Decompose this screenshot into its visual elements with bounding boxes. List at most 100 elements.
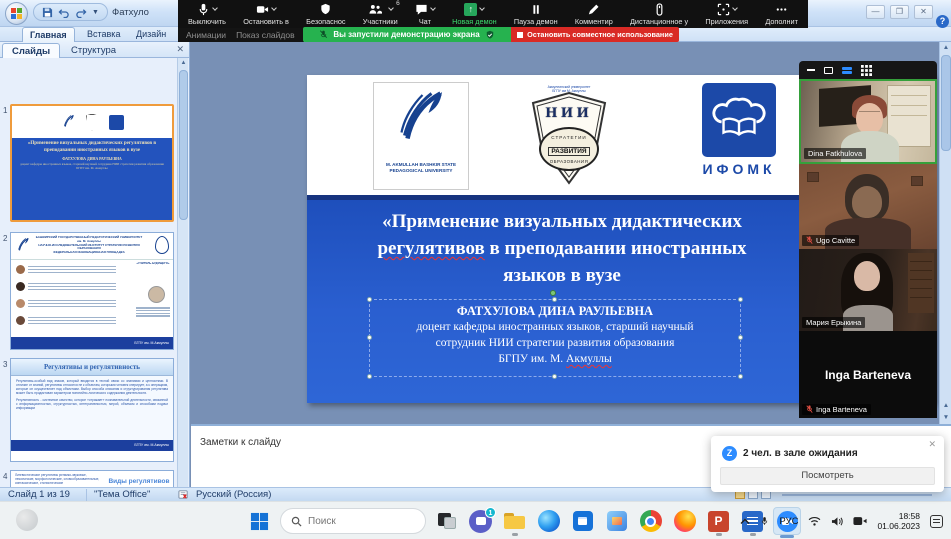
chrome-button[interactable] <box>637 508 664 535</box>
redo-icon[interactable] <box>75 7 87 18</box>
chevron-down-icon[interactable] <box>732 5 738 11</box>
remote-control-button[interactable]: Дистанционное у <box>630 3 688 26</box>
search-input[interactable] <box>308 516 408 527</box>
chevron-down-icon[interactable] <box>212 5 218 11</box>
editor-scrollbar[interactable]: ▲ ▲▼ <box>939 42 951 424</box>
volume-icon[interactable] <box>831 516 843 527</box>
speaker-view-icon[interactable] <box>824 67 833 74</box>
save-icon[interactable] <box>42 7 53 18</box>
nii-top-line2: БГПУ им М. Акмуллы <box>527 89 611 93</box>
minimize-button[interactable]: — <box>866 5 885 19</box>
gallery-strip-icon[interactable] <box>842 67 852 74</box>
qat-dropdown-icon[interactable]: ▼ <box>92 9 99 16</box>
mute-button[interactable]: Выключить <box>188 3 226 26</box>
chevron-down-icon[interactable] <box>480 5 486 11</box>
thumbnail-slide-2[interactable]: БАШКИРСКИЙ ГОСУДАРСТВЕННЫЙ ПЕДАГОГИЧЕСКИ… <box>10 232 174 350</box>
grid-view-icon[interactable] <box>861 65 872 76</box>
store-button[interactable] <box>569 508 596 535</box>
thumbnail-slide-1[interactable]: «Применение визуальных дидактических рег… <box>10 104 174 222</box>
author-textbox[interactable]: ФАТХУЛОВА ДИНА РАУЛЬЕВНА доцент кафедры … <box>369 299 741 377</box>
resize-handle[interactable] <box>367 335 372 340</box>
resize-handle[interactable] <box>738 374 743 379</box>
view-waiting-room-button[interactable]: Посмотреть <box>720 467 935 485</box>
scroll-up-icon[interactable]: ▲ <box>940 42 951 54</box>
security-button[interactable]: Безопаснос <box>306 3 345 26</box>
slide-counter: Слайд 1 из 19 <box>8 489 70 501</box>
resize-handle[interactable] <box>552 374 557 379</box>
slides-panel-scrollbar[interactable]: ▲ <box>177 58 188 487</box>
maximize-button[interactable]: ❐ <box>890 5 909 19</box>
stop-share-button[interactable]: Остановить совместное использование <box>511 27 679 42</box>
scroll-up-icon[interactable]: ▲ <box>178 58 189 69</box>
undo-icon[interactable] <box>58 7 70 18</box>
teams-chat-button[interactable]: 1 <box>467 508 494 535</box>
rotate-handle[interactable] <box>550 290 556 296</box>
chevron-down-icon[interactable] <box>271 5 277 11</box>
ifomk-logo-icon <box>109 115 124 130</box>
resize-handle[interactable] <box>367 374 372 379</box>
tray-clock[interactable]: 18:58 01.06.2023 <box>877 511 920 531</box>
prev-slide-icon[interactable]: ▲ <box>940 400 951 412</box>
resize-handle[interactable] <box>367 297 372 302</box>
author-name: ФАТХУЛОВА ДИНА РАУЛЬЕВНА <box>370 304 740 319</box>
start-button[interactable] <box>246 508 273 535</box>
powerpoint-button[interactable]: P <box>705 508 732 535</box>
language-switcher[interactable]: РУС <box>779 516 798 527</box>
new-share-button[interactable]: ↑ Новая демон <box>452 3 497 26</box>
wifi-icon[interactable] <box>808 516 821 526</box>
firefox-button[interactable] <box>671 508 698 535</box>
tab-design[interactable]: Дизайн <box>129 27 173 42</box>
apps-button[interactable]: Приложения <box>705 3 748 26</box>
firefox-icon <box>674 510 696 532</box>
tab-outline[interactable]: Структура <box>62 43 125 58</box>
annotate-button[interactable]: Комментир <box>575 3 613 26</box>
stop-video-button[interactable]: Остановить в <box>243 3 289 26</box>
notification-center-icon[interactable] <box>930 515 943 528</box>
tab-slides[interactable]: Слайды <box>2 43 60 58</box>
taskbar-search[interactable] <box>280 508 426 534</box>
tab-slideshow[interactable]: Показ слайдов <box>236 30 295 40</box>
language-indicator[interactable]: Русский (Россия) <box>196 489 271 501</box>
resize-handle[interactable] <box>738 297 743 302</box>
thumbnail-slide-3[interactable]: Регулятивы и регулятивность Регулятивы-о… <box>10 358 174 462</box>
resize-handle[interactable] <box>552 297 557 302</box>
task-view-button[interactable] <box>433 508 460 535</box>
video-tile-maria[interactable]: Мария Ерыкина <box>799 249 937 331</box>
resize-handle[interactable] <box>738 335 743 340</box>
chat-button[interactable]: Чат <box>415 3 435 26</box>
help-icon[interactable]: ? <box>936 15 949 28</box>
scrollbar-thumb[interactable] <box>941 55 951 151</box>
video-tile-ugo[interactable]: Ugo Cavitte <box>799 164 937 249</box>
tray-mic-icon[interactable] <box>760 515 769 527</box>
tray-camera-icon[interactable] <box>853 516 867 526</box>
weather-icon[interactable] <box>16 509 38 531</box>
zoom-slider[interactable] <box>782 494 932 496</box>
photos-button[interactable] <box>603 508 630 535</box>
video-tile-dina[interactable]: Dina Fatkhulova <box>799 79 937 164</box>
tray-expand-icon[interactable] <box>740 518 750 525</box>
next-slide-icon[interactable]: ▼ <box>940 412 951 424</box>
minimize-panel-icon[interactable] <box>807 69 815 71</box>
tab-animations[interactable]: Анимации <box>186 30 226 40</box>
close-icon[interactable]: ✕ <box>928 439 936 450</box>
file-explorer-button[interactable] <box>501 508 528 535</box>
tab-home[interactable]: Главная <box>22 27 75 42</box>
panel-close-icon[interactable]: ✕ <box>176 44 184 55</box>
video-tile-inga[interactable]: Inga Barteneva Inga Barteneva <box>799 331 937 418</box>
scrollbar-thumb[interactable] <box>179 70 188 220</box>
office-button[interactable] <box>5 2 28 25</box>
tab-insert[interactable]: Вставка <box>80 27 127 42</box>
edge-button[interactable] <box>535 508 562 535</box>
stop-icon <box>517 32 523 38</box>
close-button[interactable]: ✕ <box>914 5 933 19</box>
thumbnail-slide-4[interactable]: Лингвистические регулятивы ритмико-звуко… <box>10 470 174 487</box>
pause-share-button[interactable]: Пауза демон <box>514 3 558 26</box>
chevron-down-icon[interactable] <box>430 5 436 11</box>
more-icon <box>775 3 788 16</box>
thumb4-title: Виды регулятивов <box>105 478 173 486</box>
slide-title[interactable]: «Применение визуальных дидактических рег… <box>317 208 807 289</box>
muted-mic-icon <box>806 236 813 245</box>
more-button[interactable]: Дополнит <box>765 3 798 26</box>
participants-button[interactable]: 6 Участники <box>363 3 398 26</box>
chevron-down-icon[interactable] <box>388 5 394 11</box>
